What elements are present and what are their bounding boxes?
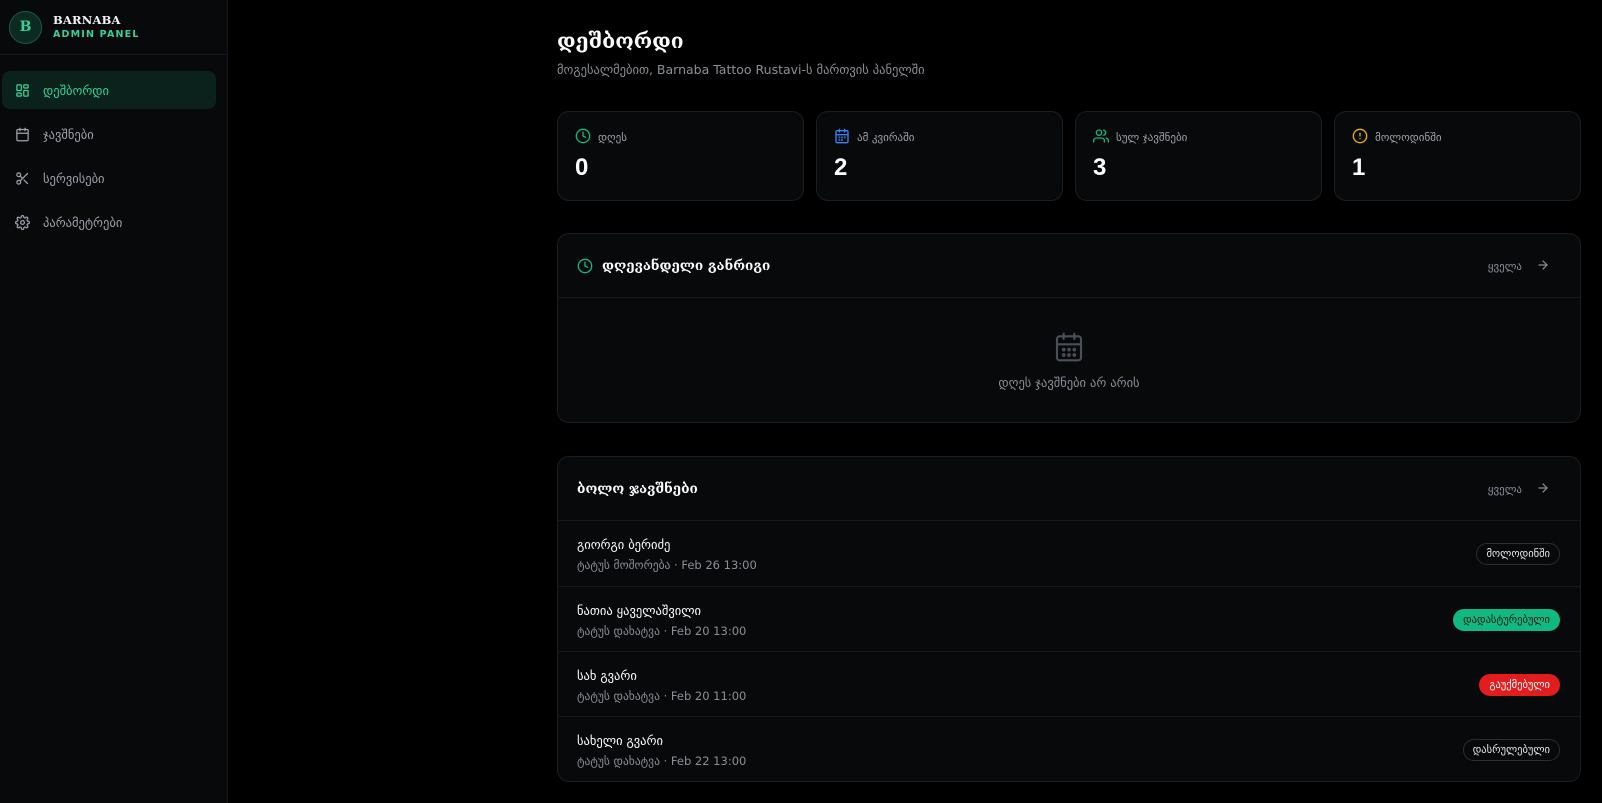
booking-row[interactable]: სახ გვარი ტატუს დახატვა · Feb 20 11:00 გ… [558,651,1580,716]
see-all-link[interactable]: ყველა [1488,457,1550,521]
grid-icon [14,82,30,98]
stat-label: მოლოდინში [1375,131,1442,144]
stat-value: 0 [575,154,589,181]
brand-subtitle: ADMIN PANEL [53,29,140,40]
alert-circle-icon [1352,128,1368,144]
status-badge: დასრულებული [1462,739,1560,761]
see-all-label: ყველა [1487,259,1522,273]
today-schedule-panel: დღევანდელი განრიგი ყველა დღეს ჯავშნები ა… [557,233,1581,423]
arrow-right-icon [1522,258,1550,275]
recent-bookings-panel: ბოლო ჯავშნები ყველა გიორგი ბერიძე ტატუს … [557,456,1581,782]
sidebar-item-settings[interactable]: პარამეტრები [2,203,216,241]
stat-card-this-week: ამ კვირაში 2 [816,111,1063,201]
status-badge: მოლოდინში [1476,543,1560,565]
brand-logo: B [9,10,42,44]
clock-icon [575,128,591,144]
stat-value: 1 [1352,154,1366,181]
booking-row[interactable]: გიორგი ბერიძე ტატუს მოშორება · Feb 26 13… [558,521,1580,586]
sidebar-item-dashboard[interactable]: დეშბორდი [2,71,216,109]
users-icon [1093,128,1109,144]
stat-value: 2 [834,154,848,181]
sidebar-nav: დეშბორდი ჯავშნები სერვისები პარამეტრები [0,55,227,241]
booking-meta: ტატუს დახატვა · Feb 20 13:00 [577,624,747,638]
stat-label: სულ ჯავშნები [1116,131,1188,144]
stat-label: დღეს [598,131,627,144]
booking-client-name: სახელი გვარი [577,733,663,748]
panel-header: დღევანდელი განრიგი ყველა [558,234,1580,298]
page-subtitle: მოგესალმებით, Barnaba Tattoo Rustavi-ს მ… [557,62,925,77]
stats-row: დღეს 0 ამ კვირაში 2 სულ ჯავშნები 3 მოლოდ… [557,111,1581,201]
booking-meta: ტატუს მოშორება · Feb 26 13:00 [577,558,757,572]
calendar-icon [14,126,30,142]
stat-label: ამ კვირაში [857,131,915,144]
panel-title: ბოლო ჯავშნები [577,480,698,497]
booking-client-name: ნათია ყაველაშვილი [577,603,702,618]
status-badge: დადასტურებული [1453,609,1560,631]
scissors-icon [14,170,30,186]
calendar-icon [834,128,850,144]
booking-list: გიორგი ბერიძე ტატუს მოშორება · Feb 26 13… [558,521,1580,781]
sidebar-item-bookings[interactable]: ჯავშნები [2,115,216,153]
stat-card-total-bookings: სულ ჯავშნები 3 [1075,111,1322,201]
panel-title: დღევანდელი განრიგი [602,257,771,274]
booking-meta: ტატუს დახატვა · Feb 22 13:00 [577,754,747,768]
brand-text: BARNABA ADMIN PANEL [53,12,140,40]
brand-name: BARNABA [53,12,121,27]
clock-icon [577,258,593,274]
panel-header: ბოლო ჯავშნები ყველა [558,457,1580,521]
see-all-label: ყველა [1487,482,1522,496]
sidebar: B BARNABA ADMIN PANEL დეშბორდი ჯავშნები … [0,0,228,803]
status-badge: გაუქმებული [1479,674,1560,696]
sidebar-item-label: სერვისები [43,170,105,186]
sidebar-item-label: პარამეტრები [43,214,123,230]
booking-client-name: გიორგი ბერიძე [577,537,671,552]
stat-card-today: დღეს 0 [557,111,804,201]
booking-meta: ტატუს დახატვა · Feb 20 11:00 [577,689,747,703]
sidebar-item-services[interactable]: სერვისები [2,159,216,197]
booking-row[interactable]: ნათია ყაველაშვილი ტატუს დახატვა · Feb 20… [558,586,1580,651]
page-title: დეშბორდი [557,28,684,53]
arrow-right-icon [1522,481,1550,498]
gear-icon [14,214,30,230]
booking-client-name: სახ გვარი [577,668,637,683]
brand[interactable]: B BARNABA ADMIN PANEL [0,0,227,55]
sidebar-item-label: ჯავშნები [43,126,94,142]
stat-value: 3 [1093,154,1107,181]
see-all-link[interactable]: ყველა [1488,234,1550,298]
sidebar-item-label: დეშბორდი [43,82,109,98]
calendar-icon [1053,331,1085,367]
stat-card-pending: მოლოდინში 1 [1334,111,1581,201]
empty-state-text: დღეს ჯავშნები არ არის [998,374,1140,390]
booking-row[interactable]: სახელი გვარი ტატუს დახატვა · Feb 22 13:0… [558,716,1580,781]
empty-state: დღეს ჯავშნები არ არის [558,298,1580,422]
